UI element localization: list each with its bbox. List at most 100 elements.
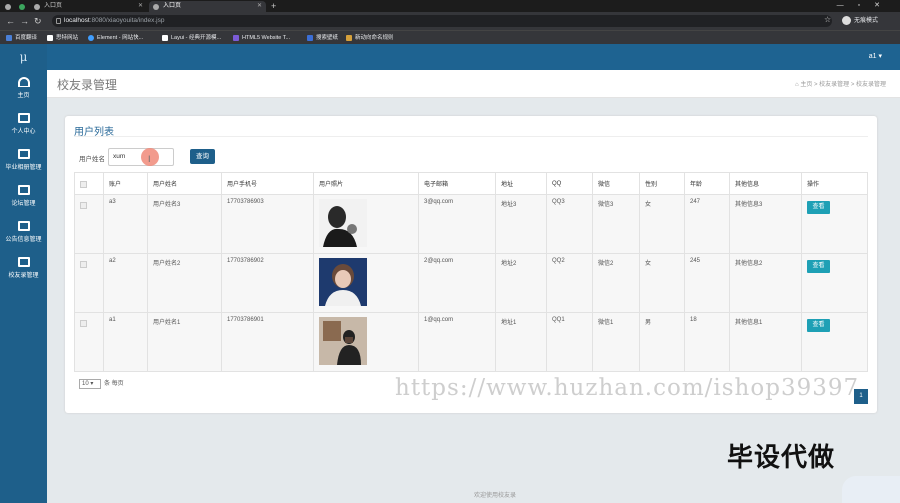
column-header: 操作 xyxy=(801,172,868,195)
cell-email: 3@qq.com xyxy=(418,194,496,254)
promo-text: 毕设代做 xyxy=(727,442,836,472)
cell-name: 用户姓名2 xyxy=(147,253,222,313)
bookmark-item[interactable]: 百度翻译 xyxy=(6,31,37,45)
column-header: 用户手机号 xyxy=(221,172,314,195)
search-button[interactable]: 查询 xyxy=(190,149,215,164)
forward-icon[interactable]: → xyxy=(20,15,29,27)
monitor-icon xyxy=(17,113,30,123)
page-size-control: 10 ▾ 条 每页 xyxy=(79,378,124,389)
reload-icon[interactable]: ↻ xyxy=(34,15,42,27)
cell-email: 1@qq.com xyxy=(418,312,496,372)
user-photo xyxy=(319,258,367,306)
incognito-avatar-icon xyxy=(842,15,851,25)
bookmark-item[interactable]: 搜索壁纸 xyxy=(307,31,338,45)
tab-favicon-icon xyxy=(5,4,11,10)
bookmark-favicon-icon xyxy=(47,35,53,41)
top-navbar: a1 ▾ xyxy=(47,44,900,70)
bookmark-item[interactable]: 思特网站 xyxy=(47,31,78,45)
url-path: :8080/xiaoyouita/index.jsp xyxy=(89,17,165,24)
breadcrumb[interactable]: ⌂ 主页 > 校友录管理 > 校友录管理 xyxy=(795,79,886,88)
profile-label: 无痕模式 xyxy=(854,18,879,24)
cell-wechat: 微信3 xyxy=(592,194,640,254)
bookmark-favicon-icon xyxy=(307,35,313,41)
row-checkbox[interactable] xyxy=(80,261,87,268)
cell-name: 用户姓名1 xyxy=(147,312,222,372)
search-label: 用户姓名 xyxy=(79,156,105,163)
sidebar-item-label: 个人中心 xyxy=(11,129,36,135)
row-select-cell xyxy=(74,312,104,372)
monitor-icon xyxy=(17,185,30,195)
cell-gender: 男 xyxy=(639,312,685,372)
sidebar-item-label: 公告信息管理 xyxy=(5,237,42,243)
row-select-cell xyxy=(74,194,104,254)
dashboard-icon xyxy=(17,77,30,87)
maximize-icon[interactable]: ▫ xyxy=(858,2,874,9)
sidebar-item-album[interactable]: 毕业相册管理 xyxy=(0,144,47,178)
url-field[interactable]: localhost:8080/xiaoyouita/index.jsp xyxy=(52,15,832,27)
cell-qq: QQ2 xyxy=(546,253,593,313)
bookmark-label: Element - 网站快... xyxy=(97,35,144,41)
row-checkbox[interactable] xyxy=(80,320,87,327)
cell-gender: 女 xyxy=(639,253,685,313)
sidebar-item-label: 校友录管理 xyxy=(8,273,39,279)
sidebar-item-profile[interactable]: 个人中心 xyxy=(0,108,47,142)
row-checkbox[interactable] xyxy=(80,202,87,209)
view-button[interactable]: 查看 xyxy=(807,319,830,332)
sidebar-item-notice[interactable]: 公告信息管理 xyxy=(0,216,47,250)
bookmark-star-icon[interactable]: ☆ xyxy=(824,15,831,24)
column-header: 账户 xyxy=(103,172,148,195)
new-tab-button[interactable]: + xyxy=(268,1,282,12)
column-header: 年龄 xyxy=(684,172,730,195)
bookmark-label: 搜索壁纸 xyxy=(316,35,339,41)
cell-address: 地址1 xyxy=(495,312,547,372)
close-window-icon[interactable]: ✕ xyxy=(874,2,894,9)
column-header: 用户照片 xyxy=(313,172,419,195)
browser-tab-active[interactable]: 入口页 ✕ xyxy=(149,1,266,12)
cell-age: 247 xyxy=(684,194,730,254)
watermark-url: https://www.huzhan.com/ishop39397 xyxy=(395,375,860,401)
minimize-icon[interactable]: — xyxy=(837,2,858,9)
page-size-value: 10 xyxy=(82,381,89,387)
window-controls[interactable]: —▫✕ xyxy=(837,0,894,11)
sidebar-item-forum[interactable]: 论坛管理 xyxy=(0,180,47,214)
tab-favicon-icon xyxy=(19,4,25,10)
sidebar-item-alumni[interactable]: 校友录管理 xyxy=(0,252,47,286)
profile-button[interactable]: 无痕模式 xyxy=(842,15,878,27)
cell-photo xyxy=(313,253,419,313)
pinned-tab[interactable] xyxy=(2,1,14,12)
browser-tab[interactable]: 入口页 ✕ xyxy=(30,1,147,12)
mouse-cursor-icon xyxy=(141,148,159,167)
cell-action: 查看 xyxy=(801,312,868,372)
cell-other: 其他信息2 xyxy=(729,253,802,313)
cell-qq: QQ3 xyxy=(546,194,593,254)
tab-close-icon[interactable]: ✕ xyxy=(138,1,143,12)
bookmark-item[interactable]: Element - 网站快... xyxy=(88,31,143,45)
column-header: 用户姓名 xyxy=(147,172,222,195)
bookmark-item[interactable]: Layui - 经典开源模... xyxy=(162,31,221,45)
page-size-suffix: 条 每页 xyxy=(104,381,124,387)
monitor-icon xyxy=(17,221,30,231)
user-table: 账户 用户姓名 用户手机号 用户照片 电子邮箱 地址 QQ 微信 性别 年龄 其… xyxy=(74,172,868,372)
tab-favicon-icon xyxy=(153,4,159,10)
sidebar: μ 主页 个人中心 毕业相册管理 论坛管理 公告信息管理 校友录管理 xyxy=(0,44,47,503)
view-button[interactable]: 查看 xyxy=(807,260,830,273)
pinned-tab[interactable] xyxy=(16,1,28,12)
page-info-icon[interactable] xyxy=(56,18,61,24)
user-menu[interactable]: a1 ▾ xyxy=(869,52,882,60)
column-header: 其他信息 xyxy=(729,172,802,195)
bookmark-favicon-icon xyxy=(162,35,168,41)
bookmark-label: 思特网站 xyxy=(56,35,79,41)
table-header-row: 账户 用户姓名 用户手机号 用户照片 电子邮箱 地址 QQ 微信 性别 年龄 其… xyxy=(74,172,868,195)
view-button[interactable]: 查看 xyxy=(807,201,830,214)
back-icon[interactable]: ← xyxy=(6,15,15,27)
floating-widget[interactable] xyxy=(842,476,900,503)
bookmark-item[interactable]: HTML5 Website T... xyxy=(233,31,290,45)
tab-close-icon[interactable]: ✕ xyxy=(257,1,262,12)
bookmark-favicon-icon xyxy=(346,35,352,41)
select-all-checkbox[interactable] xyxy=(80,180,87,188)
page-size-select[interactable]: 10 ▾ xyxy=(79,379,101,389)
sidebar-item-home[interactable]: 主页 xyxy=(0,72,47,106)
search-input[interactable]: xum xyxy=(108,148,174,167)
bookmark-item[interactable]: 新动向命名规则 xyxy=(346,31,394,45)
cell-gender: 女 xyxy=(639,194,685,254)
